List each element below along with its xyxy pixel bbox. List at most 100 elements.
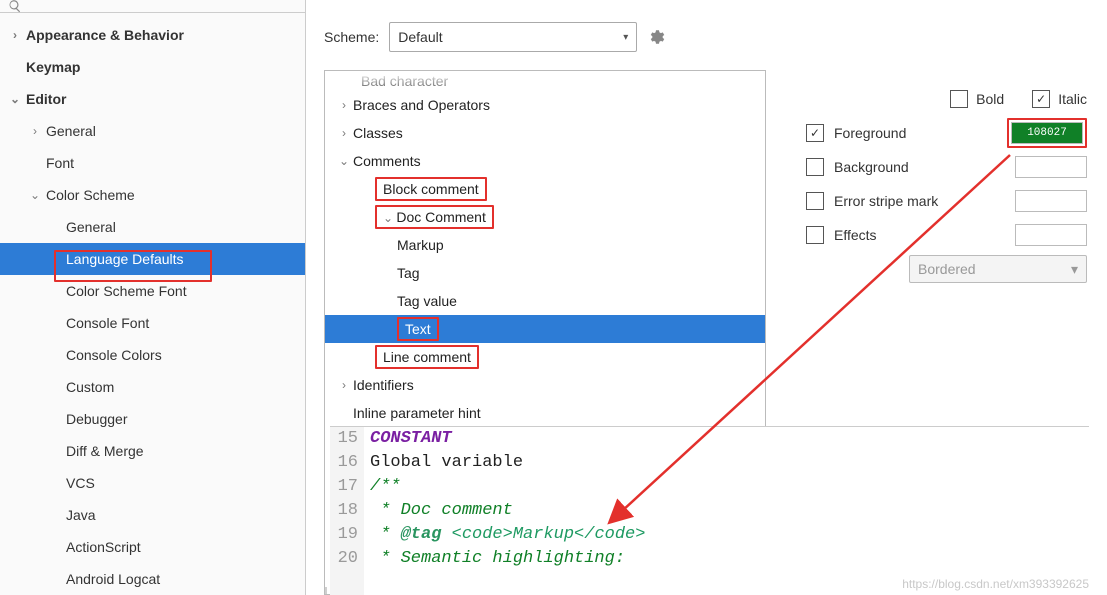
category-label: Tag value bbox=[397, 293, 457, 309]
code-line: CONSTANT bbox=[370, 427, 1089, 451]
sidebar-item-vcs[interactable]: VCS bbox=[0, 467, 305, 499]
code-line: * @tag <code>Markup</code> bbox=[370, 523, 1089, 547]
watermark: https://blog.csdn.net/xm393392625 bbox=[902, 577, 1089, 591]
sidebar-item-custom[interactable]: Custom bbox=[0, 371, 305, 403]
sidebar-item-font[interactable]: Font bbox=[0, 147, 305, 179]
settings-sidebar: › Appearance & Behavior Keymap ⌄Editor › Gene… bbox=[0, 0, 306, 595]
tree-arrow-icon: › bbox=[337, 126, 351, 140]
errorstripe-label: Error stripe mark bbox=[834, 193, 938, 209]
category-label: Text bbox=[397, 317, 439, 341]
sidebar-item-actionscript[interactable]: ActionScript bbox=[0, 531, 305, 563]
settings-tree: › Appearance & Behavior Keymap ⌄Editor › Gene… bbox=[0, 13, 305, 595]
category-label: Markup bbox=[397, 237, 444, 253]
background-swatch[interactable] bbox=[1015, 156, 1087, 178]
sidebar-item-console-font[interactable]: Console Font bbox=[0, 307, 305, 339]
errorstripe-swatch[interactable] bbox=[1015, 190, 1087, 212]
sidebar-item-label: Android Logcat bbox=[66, 571, 160, 587]
sidebar-item-appearance-behavior[interactable]: › Appearance & Behavior bbox=[0, 19, 305, 51]
sidebar-item-android-logcat[interactable]: Android Logcat bbox=[0, 563, 305, 595]
tree-arrow-icon: ⌄ bbox=[8, 92, 22, 106]
tree-arrow-icon: ⌄ bbox=[337, 154, 351, 168]
line-number: 19 bbox=[330, 523, 358, 547]
category-text[interactable]: Text bbox=[325, 315, 765, 343]
code-line: /** bbox=[370, 475, 1089, 499]
sidebar-item-editor[interactable]: ⌄Editor bbox=[0, 83, 305, 115]
category-comments[interactable]: ⌄Comments bbox=[325, 147, 765, 175]
gutter: 151617181920 bbox=[330, 427, 364, 595]
effects-swatch[interactable] bbox=[1015, 224, 1087, 246]
category-cutoff: Bad character bbox=[325, 71, 765, 91]
effects-label: Effects bbox=[834, 227, 877, 243]
background-checkbox[interactable] bbox=[806, 158, 824, 176]
category-label: Line comment bbox=[375, 345, 479, 369]
sidebar-search[interactable] bbox=[0, 0, 305, 13]
sidebar-item-console-colors[interactable]: Console Colors bbox=[0, 339, 305, 371]
foreground-swatch[interactable]: 108027 bbox=[1011, 122, 1083, 144]
sidebar-item-keymap[interactable]: Keymap bbox=[0, 51, 305, 83]
effects-type-select[interactable]: Bordered ▾ bbox=[909, 255, 1087, 283]
category-inline-parameter-hint[interactable]: Inline parameter hint bbox=[325, 399, 765, 427]
effects-checkbox[interactable] bbox=[806, 226, 824, 244]
line-number: 15 bbox=[330, 427, 358, 451]
italic-checkbox[interactable]: ✓ bbox=[1032, 90, 1050, 108]
code-preview: 151617181920 CONSTANTGlobal variable/** … bbox=[330, 426, 1089, 595]
chevron-down-icon: ▾ bbox=[1071, 261, 1078, 278]
sidebar-item-label: Diff & Merge bbox=[66, 443, 144, 459]
category-block-comment[interactable]: Block comment bbox=[325, 175, 765, 203]
sidebar-item-java[interactable]: Java bbox=[0, 499, 305, 531]
scheme-select[interactable]: Default ▾ bbox=[389, 22, 637, 52]
category-tag[interactable]: Tag bbox=[325, 259, 765, 287]
sidebar-item-label: Keymap bbox=[26, 59, 80, 75]
tree-arrow-icon: › bbox=[337, 378, 351, 392]
background-label: Background bbox=[834, 159, 909, 175]
errorstripe-checkbox[interactable] bbox=[806, 192, 824, 210]
code-area: CONSTANTGlobal variable/** * Doc comment… bbox=[370, 427, 1089, 595]
sidebar-item-label: Color Scheme bbox=[46, 187, 135, 203]
sidebar-item-language-defaults[interactable]: Language Defaults bbox=[0, 243, 305, 275]
sidebar-item-color-scheme-font[interactable]: Color Scheme Font bbox=[0, 275, 305, 307]
sidebar-item-label: General bbox=[46, 123, 96, 139]
bold-checkbox[interactable] bbox=[950, 90, 968, 108]
sidebar-item-diff-merge[interactable]: Diff & Merge bbox=[0, 435, 305, 467]
sidebar-item-label: Custom bbox=[66, 379, 114, 395]
effects-type-value: Bordered bbox=[918, 261, 976, 277]
chevron-down-icon: ▾ bbox=[623, 32, 628, 43]
scheme-label: Scheme: bbox=[324, 29, 379, 45]
category-identifiers[interactable]: ›Identifiers bbox=[325, 371, 765, 399]
sidebar-item-label: Language Defaults bbox=[66, 251, 184, 267]
sidebar-item-label: Font bbox=[46, 155, 74, 171]
tree-arrow-icon: › bbox=[28, 124, 42, 138]
foreground-label: Foreground bbox=[834, 125, 906, 141]
gear-icon[interactable] bbox=[647, 28, 665, 46]
foreground-checkbox[interactable]: ✓ bbox=[806, 124, 824, 142]
sidebar-item-label: Console Font bbox=[66, 315, 149, 331]
search-icon bbox=[8, 0, 22, 13]
tree-arrow-icon: › bbox=[337, 98, 351, 112]
sidebar-item-color-scheme[interactable]: ⌄ Color Scheme bbox=[0, 179, 305, 211]
tree-arrow-icon: › bbox=[8, 28, 22, 42]
category-markup[interactable]: Markup bbox=[325, 231, 765, 259]
category-tag-value[interactable]: Tag value bbox=[325, 287, 765, 315]
sidebar-item-debugger[interactable]: Debugger bbox=[0, 403, 305, 435]
sidebar-item-general[interactable]: General bbox=[0, 211, 305, 243]
line-number: 20 bbox=[330, 547, 358, 571]
tree-arrow-icon: ⌄ bbox=[28, 188, 42, 202]
line-number: 16 bbox=[330, 451, 358, 475]
category-braces-and-operators[interactable]: ›Braces and Operators bbox=[325, 91, 765, 119]
sidebar-item-general[interactable]: › General bbox=[0, 115, 305, 147]
category-doc-comment[interactable]: ⌄ Doc Comment bbox=[325, 203, 765, 231]
scheme-value: Default bbox=[398, 29, 442, 45]
category-label: ⌄ Doc Comment bbox=[375, 205, 494, 229]
category-line-comment[interactable]: Line comment bbox=[325, 343, 765, 371]
sidebar-item-label: Console Colors bbox=[66, 347, 162, 363]
category-label: Braces and Operators bbox=[353, 97, 490, 113]
sidebar-item-label: Debugger bbox=[66, 411, 128, 427]
sidebar-item-label: Appearance & Behavior bbox=[26, 27, 184, 43]
category-classes[interactable]: ›Classes bbox=[325, 119, 765, 147]
italic-label: Italic bbox=[1058, 91, 1087, 107]
code-line: * Doc comment bbox=[370, 499, 1089, 523]
sidebar-item-label: ActionScript bbox=[66, 539, 141, 555]
line-number: 18 bbox=[330, 499, 358, 523]
category-label: Inline parameter hint bbox=[353, 405, 481, 421]
code-line: * Semantic highlighting: bbox=[370, 547, 1089, 571]
